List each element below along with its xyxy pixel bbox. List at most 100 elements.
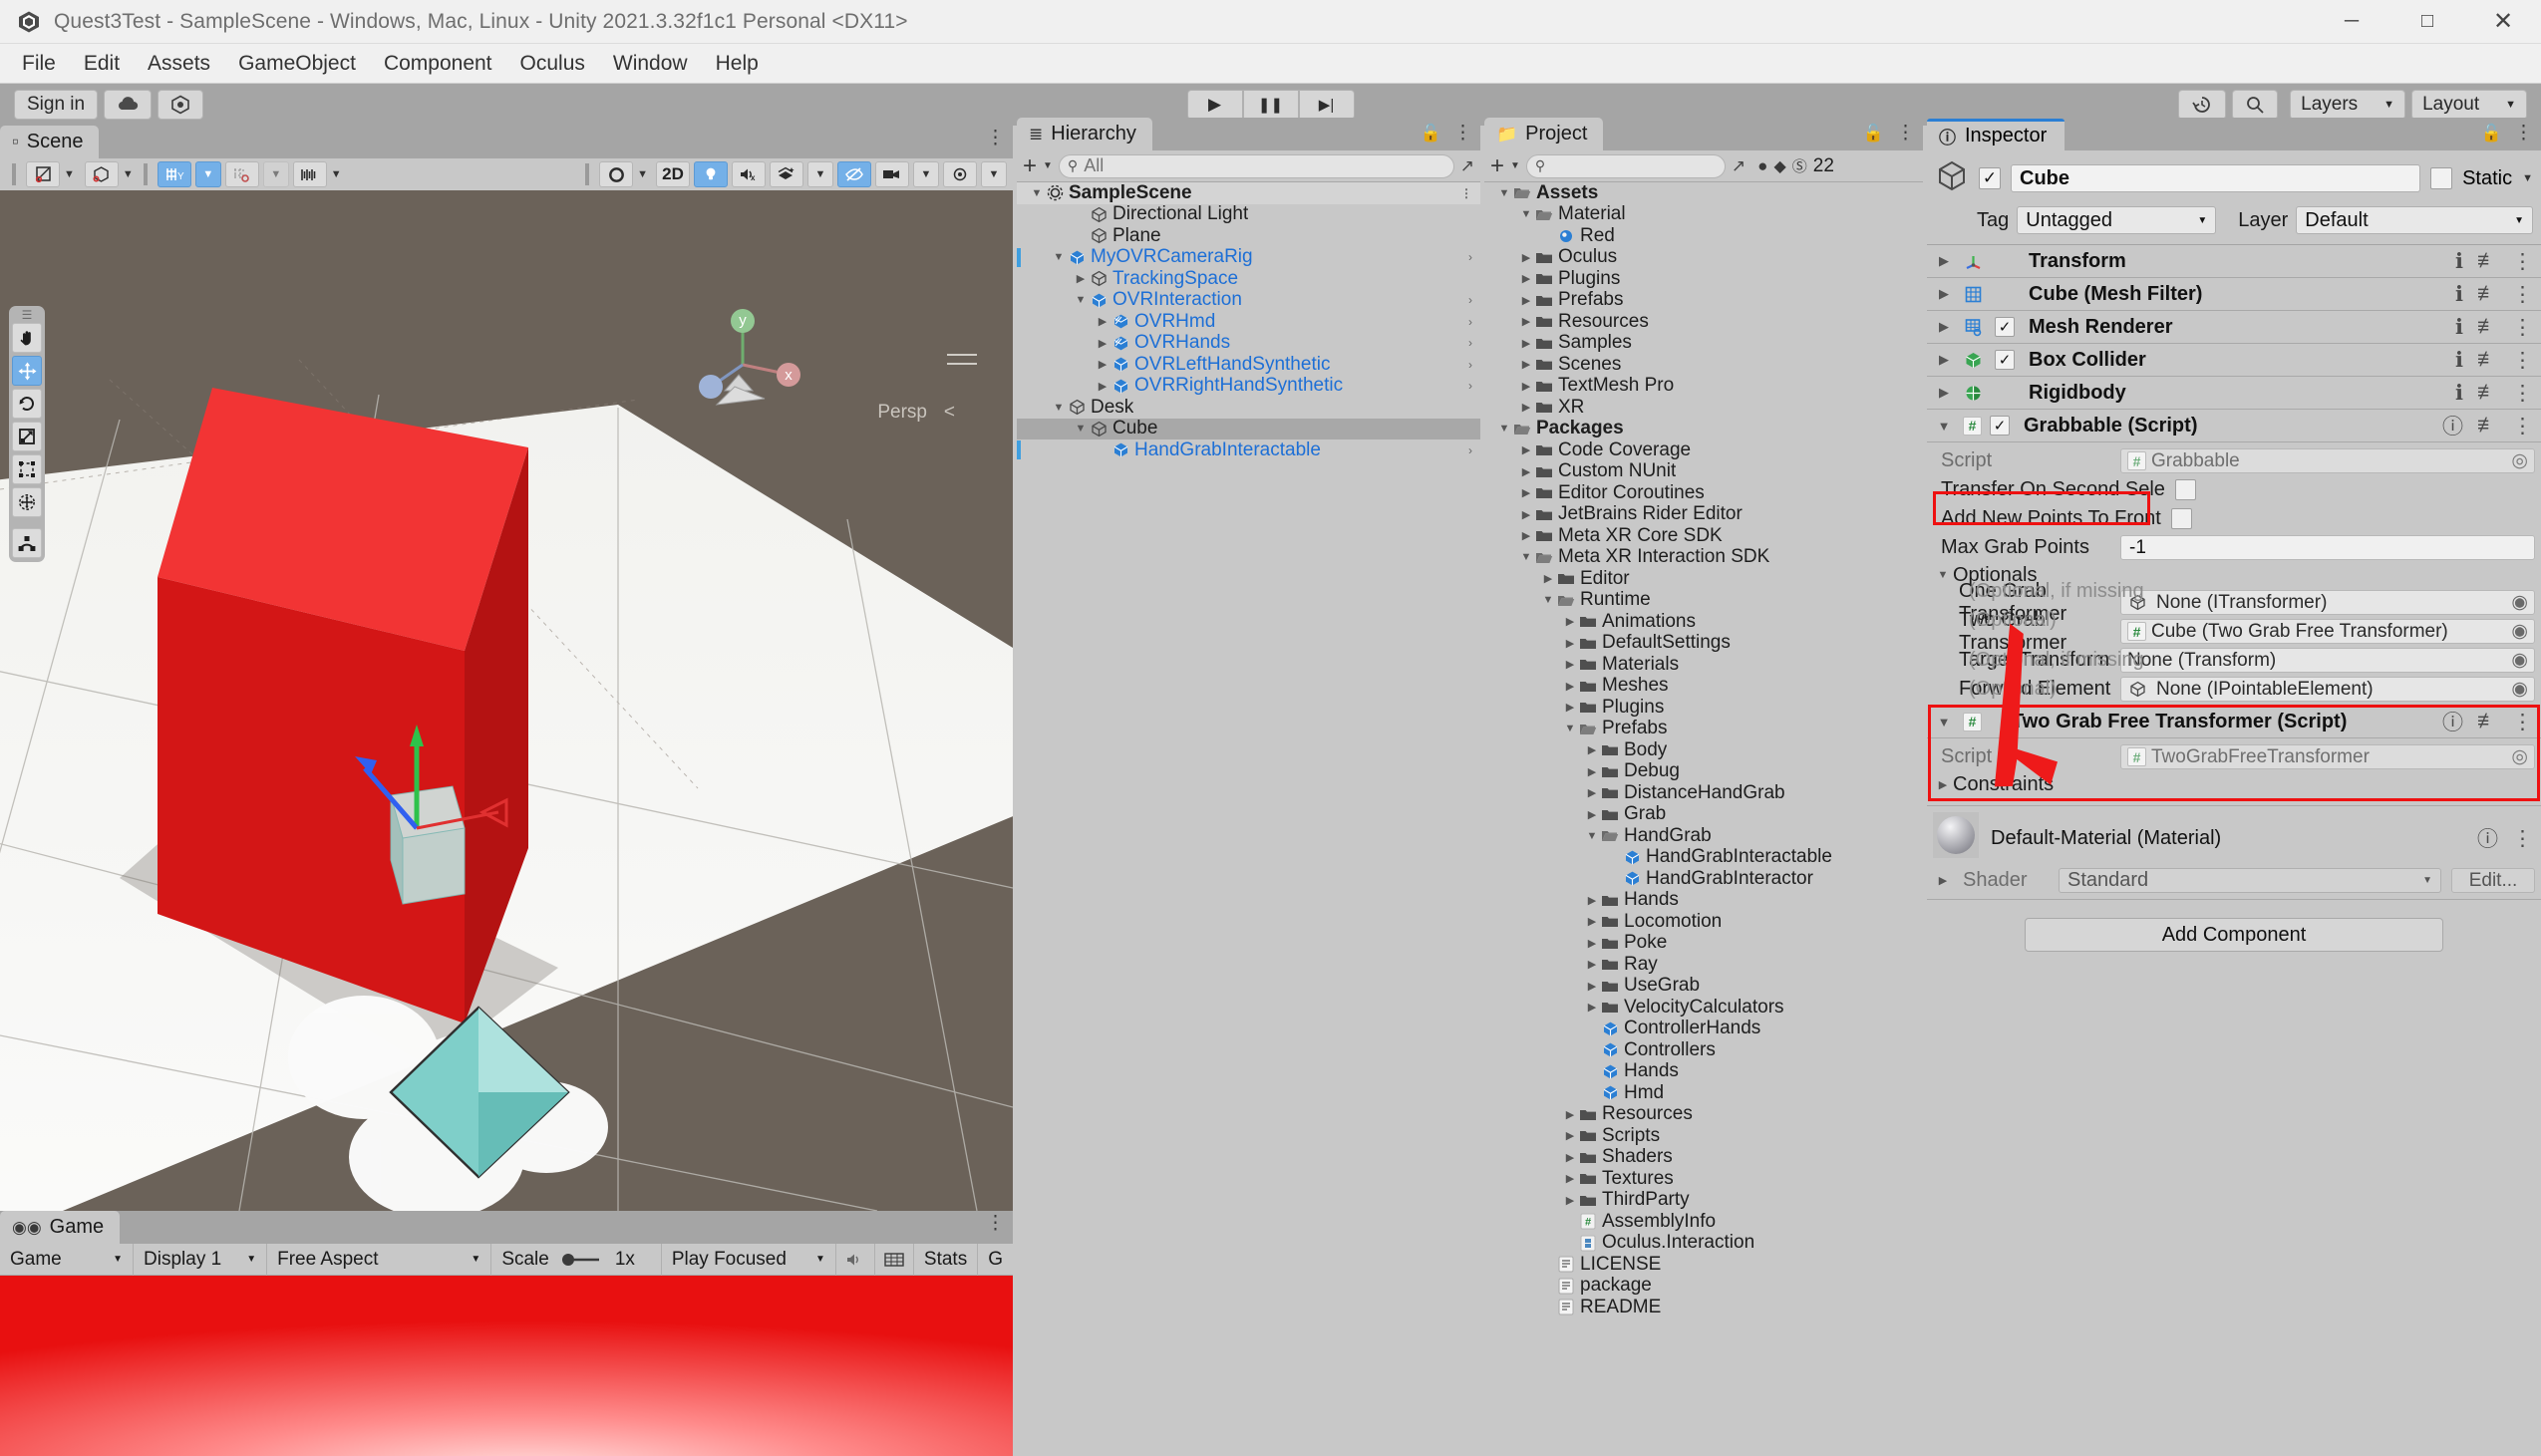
more-options-icon[interactable]: ⋮: [1460, 186, 1472, 200]
component-header[interactable]: ✓ Box Collider ℹ ≢ ⋮: [1927, 344, 2541, 377]
expand-triangle-icon[interactable]: [1518, 443, 1534, 456]
minimize-button[interactable]: ─: [2314, 0, 2389, 44]
hierarchy-row[interactable]: OVRHmd ›: [1017, 311, 1480, 333]
game-stats-grid-icon[interactable]: [875, 1243, 914, 1276]
project-row[interactable]: README: [1484, 1297, 1923, 1318]
project-row[interactable]: Runtime: [1484, 589, 1923, 612]
open-prefab-icon[interactable]: ›: [1468, 379, 1472, 393]
expand-triangle-icon[interactable]: [1095, 337, 1111, 350]
expand-triangle-icon[interactable]: [1518, 358, 1534, 371]
project-row[interactable]: Hands: [1484, 889, 1923, 912]
more-options-icon[interactable]: ⋮: [2512, 414, 2533, 438]
project-row[interactable]: JetBrains Rider Editor: [1484, 503, 1923, 526]
play-button[interactable]: ▶: [1186, 90, 1243, 120]
more-options-icon[interactable]: ⋮: [2512, 710, 2533, 734]
project-row[interactable]: Oculus.Interaction: [1484, 1232, 1923, 1255]
object-picker-icon[interactable]: ◎: [2511, 745, 2528, 768]
tab-hierarchy[interactable]: ≣ Hierarchy: [1017, 118, 1152, 150]
menu-window[interactable]: Window: [599, 44, 702, 84]
expand-triangle-icon[interactable]: [1518, 508, 1534, 521]
optional-object-field[interactable]: # Cube (Two Grab Free Transformer) ◉: [2120, 619, 2535, 644]
layer-dropdown[interactable]: Default ▼: [2296, 206, 2533, 234]
expand-triangle-icon[interactable]: [1095, 380, 1111, 393]
open-prefab-icon[interactable]: ›: [1468, 358, 1472, 372]
favorites-icon[interactable]: ●: [1757, 156, 1767, 176]
pivot-icon[interactable]: [26, 161, 60, 187]
menu-file[interactable]: File: [8, 44, 70, 84]
project-row[interactable]: UseGrab: [1484, 975, 1923, 998]
chevron-down-icon[interactable]: ▼: [637, 168, 648, 180]
expand-triangle-icon[interactable]: [1584, 1001, 1600, 1014]
hierarchy-row[interactable]: OVRInteraction ›: [1017, 289, 1480, 312]
project-row[interactable]: Hmd: [1484, 1082, 1923, 1104]
collapse-triangle-icon[interactable]: [1051, 251, 1067, 263]
menu-gameobject[interactable]: GameObject: [224, 44, 370, 84]
lock-icon[interactable]: 🔓: [1863, 124, 1884, 144]
project-row[interactable]: Custom NUnit: [1484, 460, 1923, 483]
snap-increment-icon[interactable]: [224, 161, 259, 187]
palette-grip[interactable]: ☰: [12, 308, 42, 322]
optional-object-field[interactable]: None (ITransformer) ◉: [2120, 590, 2535, 615]
component-enabled-checkbox[interactable]: ✓: [1995, 350, 2015, 370]
collapse-triangle-icon[interactable]: [1518, 208, 1534, 220]
menu-component[interactable]: Component: [370, 44, 506, 84]
collapse-triangle-icon[interactable]: [1540, 594, 1556, 606]
audio-mute-icon[interactable]: x: [732, 161, 766, 187]
more-options-icon[interactable]: ⋮: [2512, 249, 2533, 274]
expand-triangle-icon[interactable]: [1518, 251, 1534, 264]
hierarchy-search-input[interactable]: ⚲: [1058, 153, 1454, 178]
expand-triangle-icon[interactable]: [1933, 352, 1955, 368]
expand-triangle-icon[interactable]: [1933, 286, 1955, 302]
pause-button[interactable]: ❚❚: [1242, 90, 1299, 120]
game-stats-button[interactable]: Stats: [914, 1243, 979, 1276]
collapse-triangle-icon[interactable]: [1933, 715, 1955, 729]
effects-icon[interactable]: [770, 161, 803, 187]
project-row[interactable]: Scripts: [1484, 1125, 1923, 1147]
shader-edit-button[interactable]: Edit...: [2451, 868, 2535, 893]
grabbable-script-field[interactable]: # Grabbable ◎: [2120, 448, 2535, 473]
component-enabled-checkbox[interactable]: ✓: [1995, 317, 2015, 337]
project-row[interactable]: Meshes: [1484, 675, 1923, 698]
hierarchy-row[interactable]: Cube: [1017, 418, 1480, 439]
collapse-triangle-icon[interactable]: [1029, 187, 1045, 199]
search-context-icon[interactable]: ↗: [1732, 156, 1746, 176]
project-row[interactable]: Controllers: [1484, 1039, 1923, 1061]
project-row[interactable]: Debug: [1484, 760, 1923, 783]
expand-triangle-icon[interactable]: [1562, 658, 1578, 671]
add-object-button[interactable]: +: [1023, 153, 1037, 177]
project-row[interactable]: Plugins: [1484, 268, 1923, 290]
layers-dropdown[interactable]: Layers ▼: [2290, 90, 2406, 120]
more-options-icon[interactable]: ⋮: [2512, 826, 2533, 851]
project-row[interactable]: HandGrab: [1484, 825, 1923, 847]
hierarchy-tree[interactable]: SampleScene ⋮ Directional LightPlaneMyOVRC…: [1017, 182, 1480, 1456]
expand-triangle-icon[interactable]: [1933, 319, 1955, 335]
project-row[interactable]: # AssemblyInfo: [1484, 1211, 1923, 1233]
collapse-triangle-icon[interactable]: [1496, 423, 1512, 435]
hierarchy-row[interactable]: HandGrabInteractable ›: [1017, 439, 1480, 461]
more-options-icon[interactable]: ⋮: [1453, 124, 1472, 143]
project-row[interactable]: Hands: [1484, 1060, 1923, 1083]
slider-handle-icon[interactable]: [559, 1253, 605, 1267]
help-icon[interactable]: ℹ: [2455, 315, 2463, 340]
project-row[interactable]: Animations: [1484, 611, 1923, 633]
expand-triangle-icon[interactable]: [1518, 315, 1534, 328]
project-search-input[interactable]: ⚲: [1525, 153, 1726, 178]
project-row[interactable]: LICENSE: [1484, 1254, 1923, 1276]
expand-triangle-icon[interactable]: [1562, 1108, 1578, 1121]
tag-dropdown[interactable]: Untagged ▼: [2017, 206, 2217, 234]
expand-triangle-icon[interactable]: [1584, 958, 1600, 971]
maxgrab-input[interactable]: -1: [2120, 535, 2535, 560]
hierarchy-search-field[interactable]: [1084, 155, 1445, 176]
expand-triangle-icon[interactable]: [1584, 980, 1600, 993]
maximize-button[interactable]: □: [2389, 0, 2465, 44]
expand-triangle-icon[interactable]: [1562, 1129, 1578, 1142]
project-row[interactable]: TextMesh Pro: [1484, 375, 1923, 398]
expand-triangle-icon[interactable]: [1518, 529, 1534, 542]
project-row[interactable]: Plugins: [1484, 697, 1923, 719]
project-row[interactable]: Meta XR Interaction SDK: [1484, 546, 1923, 569]
project-tree[interactable]: AssetsMaterialRedOculusPluginsPrefabsRes…: [1484, 182, 1923, 1456]
help-icon[interactable]: ℹ: [2455, 249, 2463, 274]
hierarchy-row[interactable]: MyOVRCameraRig ›: [1017, 246, 1480, 269]
expand-triangle-icon[interactable]: [1518, 294, 1534, 307]
grid-dropdown[interactable]: ▼: [194, 161, 221, 187]
